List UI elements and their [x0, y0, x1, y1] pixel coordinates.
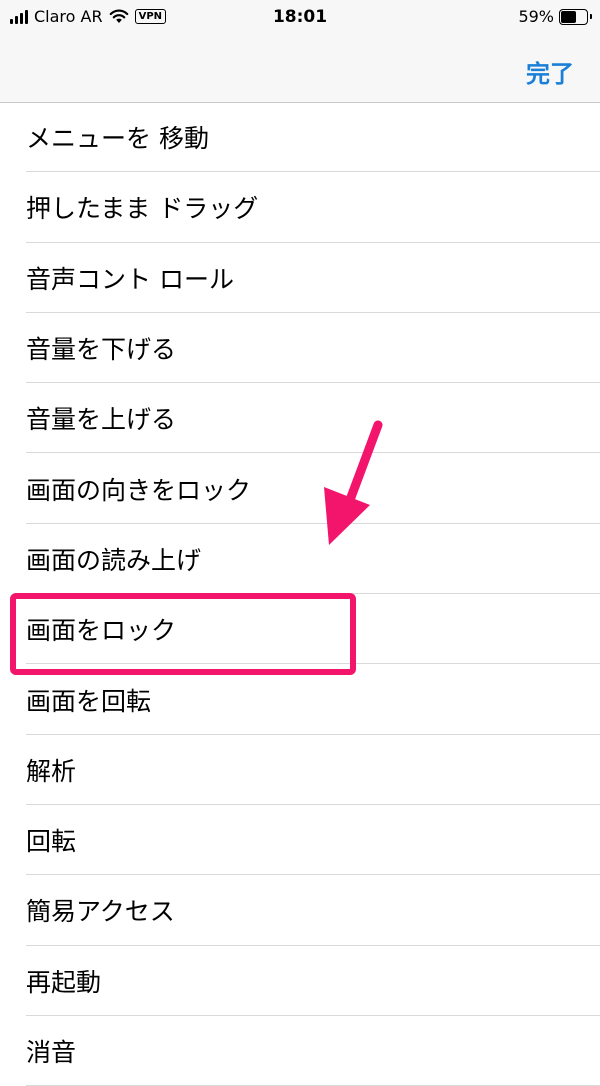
- battery-fill: [561, 10, 576, 23]
- list-item[interactable]: 消音: [0, 1016, 600, 1086]
- list-item[interactable]: 画面の読み上げ: [0, 524, 600, 595]
- list-item[interactable]: 画面の向きをロック: [0, 453, 600, 525]
- list-item-label: 簡易アクセス: [26, 897, 175, 927]
- list-item-label: 画面をロック: [26, 616, 177, 646]
- list-item-label: 画面の向きをロック: [26, 475, 252, 505]
- list-item-label: 再起動: [26, 967, 102, 997]
- done-button[interactable]: 完了: [526, 54, 574, 89]
- list-item-label: メニューを 移動: [26, 124, 209, 154]
- battery-percent: 59%: [518, 7, 554, 26]
- list-item-label: 回転: [26, 827, 77, 857]
- list-item[interactable]: メニューを 移動: [0, 102, 600, 173]
- list-item[interactable]: 音声コント ロール: [0, 243, 600, 314]
- list-item[interactable]: 音量を上げる: [0, 383, 600, 454]
- list-item-label: 音量を上げる: [26, 405, 177, 435]
- list-item[interactable]: 画面をロック: [0, 594, 600, 665]
- status-bar: Claro AR VPN 18:01 59%: [0, 0, 600, 34]
- list-item[interactable]: 画面を回転: [0, 664, 600, 735]
- status-right: 59%: [518, 7, 592, 26]
- list-item-label: 消音: [26, 1038, 77, 1067]
- list-item-label: 押したまま ドラッグ: [26, 194, 259, 224]
- status-time: 18:01: [272, 7, 328, 27]
- battery-icon: [559, 8, 592, 25]
- list-item-label: 画面の読み上げ: [26, 545, 202, 575]
- list-item[interactable]: 押したまま ドラッグ: [0, 172, 600, 243]
- list-item-label: 音量を下げる: [26, 335, 177, 365]
- navigation-bar: 完了: [0, 34, 600, 103]
- battery-cap: [590, 13, 592, 19]
- list-item-label: 解析: [26, 756, 77, 786]
- list-item[interactable]: 回転: [0, 805, 600, 876]
- menu-list: メニューを 移動 押したまま ドラッグ 音声コント ロール 音量を下げる 音量を上げる画…: [0, 102, 600, 1086]
- list-item[interactable]: 再起動: [0, 946, 600, 1017]
- list-item[interactable]: 解析: [0, 735, 600, 806]
- list-item[interactable]: 音量を下げる: [0, 313, 600, 384]
- list-item-label: 画面を回転: [26, 686, 152, 716]
- list-item[interactable]: 簡易アクセス: [0, 875, 600, 946]
- list-item-label: 音声コント ロール: [26, 264, 234, 294]
